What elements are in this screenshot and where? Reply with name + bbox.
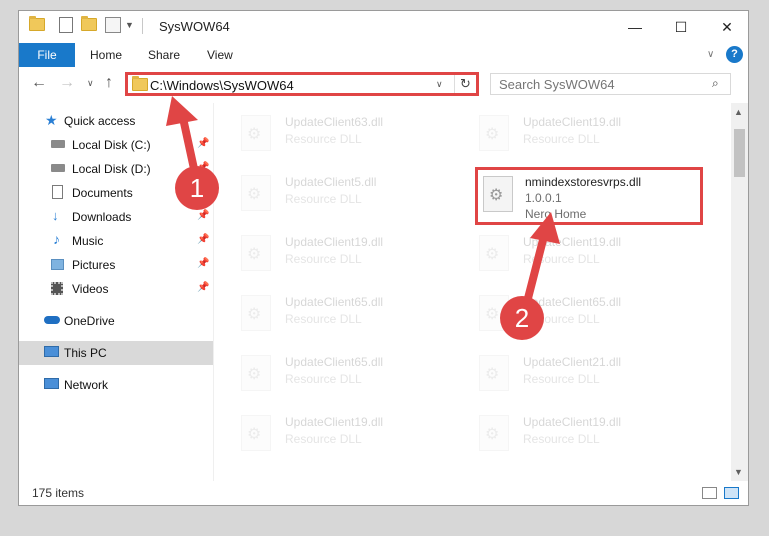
step-2-badge: 2 bbox=[500, 296, 544, 340]
arrow-2-head bbox=[530, 212, 560, 244]
annotation-arrows bbox=[166, 96, 560, 314]
step-1-badge: 1 bbox=[175, 166, 219, 210]
arrow-1-head bbox=[166, 96, 198, 126]
